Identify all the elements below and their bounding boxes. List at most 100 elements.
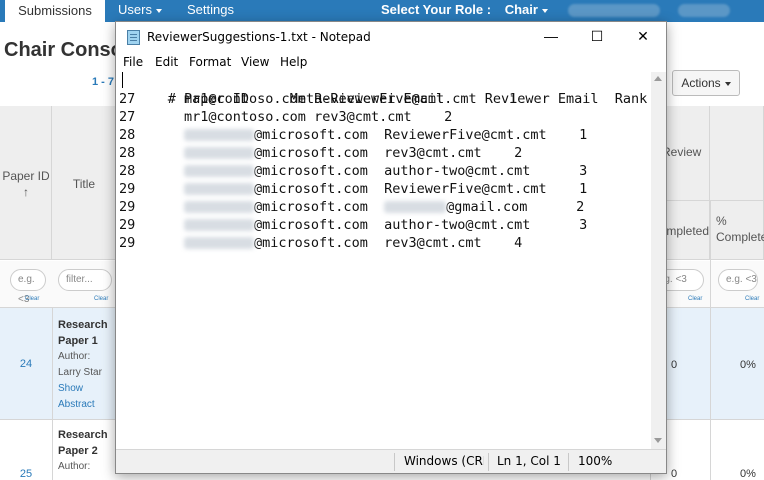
notepad-window[interactable]: ReviewerSuggestions-1.txt - Notepad — ☐ … — [115, 21, 667, 474]
status-divider — [394, 453, 395, 471]
chevron-down-icon — [541, 8, 548, 13]
chevron-down-icon — [724, 81, 731, 86]
menu-file[interactable]: File — [123, 55, 143, 69]
redacted-user-name — [568, 4, 660, 17]
chevron-down-icon — [155, 8, 162, 13]
show-abstract-link-2[interactable]: Abstract — [58, 397, 95, 413]
title-filter-clear[interactable]: Clear — [94, 296, 108, 302]
completed-count: 0 — [671, 468, 678, 480]
status-zoom: 100% — [578, 454, 613, 468]
paper-title-line2: Paper 1 — [58, 335, 98, 347]
menu-help[interactable]: Help — [280, 55, 307, 69]
line-text: 27 mr1@contoso.com ReviewerFive@cmt.cmt … — [119, 91, 518, 107]
line-text: @gmail.com 2 — [446, 199, 585, 215]
notepad-statusbar: Windows (CRLF) Ln 1, Col 1 100% — [116, 449, 666, 473]
role-value: Chair — [504, 2, 538, 17]
percent-filter-input[interactable]: e.g. <3 — [718, 269, 758, 291]
text-line: 27 mr1@contoso.com rev3@cmt.cmt 2 — [119, 108, 651, 126]
show-abstract-link[interactable]: Show — [58, 381, 83, 397]
notepad-titlebar[interactable]: ReviewerSuggestions-1.txt - Notepad — ☐ … — [116, 22, 666, 52]
paper-title-line1: Research — [58, 319, 108, 331]
scroll-down-arrow-icon[interactable] — [654, 438, 662, 443]
scroll-up-arrow-icon[interactable] — [654, 76, 662, 81]
status-encoding: Windows (CRLF) — [404, 454, 484, 468]
line-text: 27 mr1@contoso.com rev3@cmt.cmt 2 — [119, 109, 453, 125]
role-selector[interactable]: Select Your Role : Chair — [381, 0, 548, 20]
line-text: @microsoft.com ReviewerFive@cmt.cmt 1 — [254, 127, 588, 143]
line-text: 28 — [119, 127, 185, 143]
paper-title-line1: Research — [58, 429, 108, 441]
redacted-text — [184, 147, 255, 159]
author-name: Larry Star — [58, 367, 102, 378]
vertical-scrollbar[interactable] — [651, 72, 666, 449]
status-divider — [488, 453, 489, 471]
line-text: 28 — [119, 163, 185, 179]
percent-completed: 0% — [740, 468, 756, 480]
top-navbar: Submissions Users Settings Select Your R… — [0, 0, 764, 22]
line-text: @microsoft.com ReviewerFive@cmt.cmt 1 — [254, 181, 588, 197]
text-line: 29 @microsoft.com rev3@cmt.cmt 4 — [119, 234, 651, 252]
title-filter-input[interactable]: filter... — [58, 269, 112, 291]
text-line: 29 @microsoft.com author-two@cmt.cmt 3 — [119, 216, 651, 234]
maximize-button[interactable]: ☐ — [574, 22, 620, 52]
minimize-button[interactable]: — — [528, 22, 574, 52]
line-text: 29 — [119, 181, 185, 197]
redacted-text — [184, 129, 255, 141]
paper-id-text: Paper ID — [2, 169, 50, 183]
users-menu[interactable]: Users — [118, 0, 162, 22]
header-paper-id[interactable]: Paper ID ↑ — [0, 106, 52, 260]
menu-format[interactable]: Format — [189, 55, 231, 69]
line-text: @microsoft.com author-two@cmt.cmt 3 — [254, 163, 588, 179]
line-text: 29 — [119, 235, 185, 251]
column-divider — [710, 201, 711, 480]
percent-completed: 0% — [740, 359, 756, 371]
text-line: 28 @microsoft.com rev3@cmt.cmt 2 — [119, 144, 651, 162]
text-line: 28 @microsoft.com ReviewerFive@cmt.cmt 1 — [119, 126, 651, 144]
sort-up-icon: ↑ — [23, 185, 29, 199]
role-label: Select Your Role : — [381, 2, 492, 17]
header-paper-id-label: Paper ID ↑ — [0, 168, 52, 200]
notepad-text-area[interactable]: # Paper ID Meta-Reviewer Email Reviewer … — [116, 72, 651, 449]
header-title[interactable]: Title — [52, 106, 116, 260]
users-menu-label: Users — [118, 2, 152, 17]
text-line: # Paper ID Meta-Reviewer Email Reviewer … — [119, 72, 651, 107]
column-divider — [52, 308, 53, 480]
completed-count: 0 — [671, 359, 678, 371]
header-percent-completed[interactable]: % Completed — [710, 201, 764, 260]
notepad-menubar: File Edit Format View Help — [116, 52, 666, 72]
status-position: Ln 1, Col 1 — [497, 454, 561, 468]
completed-filter-clear[interactable]: Clear — [688, 296, 702, 302]
header-review-cont — [710, 106, 764, 201]
notepad-icon — [127, 30, 140, 45]
text-line: 29 @microsoft.com ReviewerFive@cmt.cmt 1 — [119, 180, 651, 198]
settings-menu[interactable]: Settings — [187, 0, 234, 22]
redacted-text — [384, 201, 447, 213]
actions-button[interactable]: Actions — [672, 70, 740, 96]
text-cursor — [122, 72, 123, 88]
text-line: 27 mr1@contoso.com ReviewerFive@cmt.cmt … — [119, 90, 651, 108]
paper-id-filter-clear[interactable]: Clear — [25, 296, 39, 302]
header-title-label: Title — [72, 177, 96, 191]
text-line: 28 @microsoft.com author-two@cmt.cmt 3 — [119, 162, 651, 180]
page-title: Chair Console — [4, 39, 116, 61]
pager-info: 1 - 7 — [92, 76, 115, 88]
paper-id-link[interactable]: 24 — [0, 358, 52, 370]
line-text: 29 — [119, 199, 185, 215]
redacted-text — [184, 165, 255, 177]
percent-filter-clear[interactable]: Clear — [745, 296, 759, 302]
redacted-text — [184, 237, 255, 249]
paper-id-link[interactable]: 25 — [0, 468, 52, 480]
tab-submissions[interactable]: Submissions — [5, 0, 105, 22]
menu-view[interactable]: View — [241, 55, 269, 69]
line-text: @microsoft.com author-two@cmt.cmt 3 — [254, 217, 588, 233]
paper-id-filter-input[interactable]: e.g. <3 — [10, 269, 46, 305]
actions-label: Actions — [681, 76, 721, 90]
menu-edit[interactable]: Edit — [155, 55, 178, 69]
line-text: @microsoft.com rev3@cmt.cmt 4 — [254, 235, 523, 251]
redacted-user-menu[interactable] — [678, 4, 730, 17]
header-percent-label: % Completed — [716, 214, 764, 244]
close-button[interactable]: ✕ — [620, 22, 666, 52]
line-text: @microsoft.com rev3@cmt.cmt 2 — [254, 145, 523, 161]
line-text: 29 — [119, 217, 185, 233]
header-review-label: Review — [662, 145, 702, 159]
